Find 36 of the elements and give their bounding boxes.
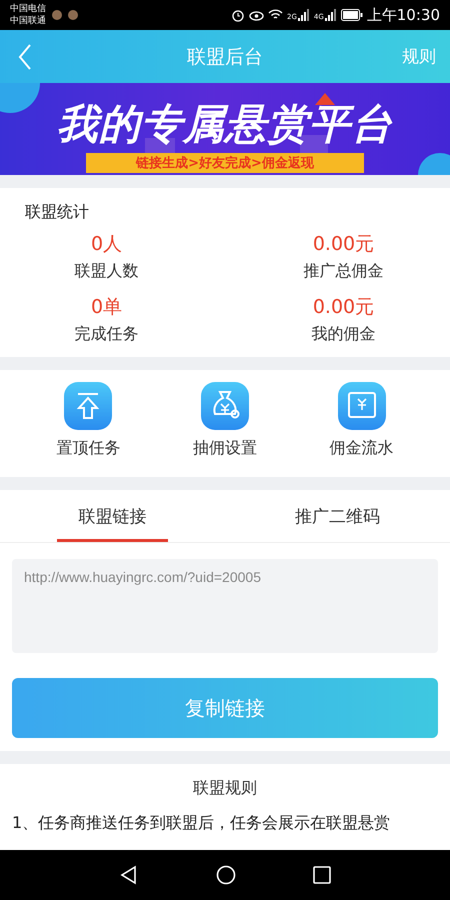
flag-shape xyxy=(315,93,335,105)
back-icon[interactable] xyxy=(118,865,139,885)
tab[interactable]: 推广二维码 xyxy=(225,490,450,542)
stat-value: 0人 xyxy=(90,232,122,257)
carrier-name: 中国电信 xyxy=(10,3,46,15)
stat-value: 0单 xyxy=(90,295,122,320)
tab[interactable]: 联盟链接 xyxy=(0,490,225,542)
recents-icon[interactable] xyxy=(313,866,332,884)
action-button[interactable]: 佣金流水 xyxy=(330,382,394,461)
signal-icon xyxy=(298,9,310,21)
section-title: 联盟规则 xyxy=(193,778,257,799)
home-icon[interactable] xyxy=(216,865,236,885)
stat-label: 联盟人数 xyxy=(74,261,138,282)
wifi-icon xyxy=(268,9,283,21)
action-button[interactable]: 置顶任务 xyxy=(56,382,120,461)
section-title: 联盟统计 xyxy=(24,202,90,223)
clock-time: 上午10:30 xyxy=(366,6,440,24)
action-button[interactable]: 抽佣设置 xyxy=(192,382,257,461)
bill-icon xyxy=(338,382,386,430)
rule-text: 1、任务商推送任务到联盟后，任务会展示在联盟悬赏 xyxy=(12,813,392,834)
stat-label: 完成任务 xyxy=(74,324,138,345)
eye-icon xyxy=(248,9,264,21)
stat-label: 推广总佣金 xyxy=(304,261,384,282)
banner-headline: 我的专属悬赏平台 xyxy=(57,99,393,149)
carrier-name: 中国联通 xyxy=(10,15,46,27)
alarm-icon xyxy=(230,8,245,22)
signal-icon xyxy=(324,9,337,21)
stat-label: 我的佣金 xyxy=(312,324,376,345)
battery-icon xyxy=(340,9,363,21)
banner-tagline: 链接生成>好友完成>佣金返现 xyxy=(86,153,364,173)
upload-icon xyxy=(64,382,112,430)
page-title: 联盟后台 xyxy=(187,44,263,70)
stat-value: 0.00元 xyxy=(312,295,374,320)
money-bag-icon xyxy=(200,382,249,430)
stat-value: 0.00元 xyxy=(312,232,374,257)
back-icon xyxy=(18,44,32,70)
